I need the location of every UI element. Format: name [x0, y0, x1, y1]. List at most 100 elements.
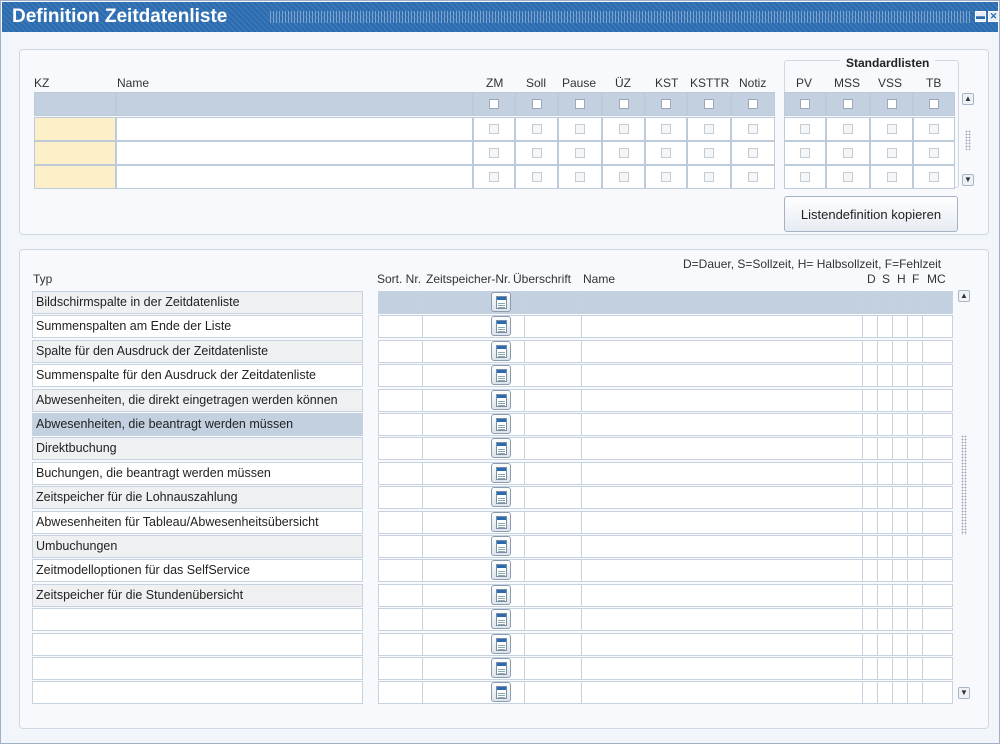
table-cell[interactable] [907, 389, 923, 412]
table-cell[interactable] [862, 291, 878, 314]
calendar-picker-icon[interactable] [491, 634, 511, 654]
scrollbar-grip[interactable] [961, 435, 967, 535]
table-cell[interactable] [907, 535, 923, 558]
table-cell[interactable] [524, 633, 582, 656]
table-cell[interactable] [378, 584, 423, 607]
table-cell[interactable] [877, 633, 893, 656]
checkbox[interactable] [704, 124, 714, 134]
name-field[interactable] [116, 141, 473, 165]
calendar-picker-icon[interactable] [491, 536, 511, 556]
table-cell[interactable] [922, 633, 953, 656]
calendar-picker-icon[interactable] [491, 585, 511, 605]
table-cell[interactable] [581, 413, 863, 436]
minimize-icon[interactable]: ▬ [975, 11, 986, 22]
table-cell[interactable] [378, 681, 423, 704]
table-cell[interactable] [907, 413, 923, 436]
table-cell[interactable] [892, 437, 908, 460]
table-cell[interactable] [922, 681, 953, 704]
table-cell[interactable] [378, 340, 423, 363]
table-cell[interactable] [378, 511, 423, 534]
table-cell[interactable] [877, 413, 893, 436]
table-cell[interactable] [922, 584, 953, 607]
table-cell[interactable] [877, 559, 893, 582]
checkbox[interactable] [800, 148, 810, 158]
scroll-up-icon[interactable]: ▲ [962, 93, 974, 105]
table-cell[interactable] [581, 291, 863, 314]
checkbox[interactable] [748, 124, 758, 134]
calendar-picker-icon[interactable] [491, 487, 511, 507]
checkbox[interactable] [619, 99, 629, 109]
table-cell[interactable] [862, 340, 878, 363]
kz-field[interactable] [34, 92, 116, 116]
table-cell[interactable] [892, 340, 908, 363]
table-cell[interactable] [892, 559, 908, 582]
type-list-item[interactable]: Summenspalten am Ende der Liste [32, 315, 363, 338]
table-cell[interactable] [892, 462, 908, 485]
checkbox[interactable] [887, 148, 897, 158]
table-cell[interactable] [862, 535, 878, 558]
table-cell[interactable] [922, 559, 953, 582]
table-cell[interactable] [524, 681, 582, 704]
calendar-picker-icon[interactable] [491, 414, 511, 434]
checkbox[interactable] [575, 148, 585, 158]
table-cell[interactable] [907, 437, 923, 460]
table-cell[interactable] [524, 389, 582, 412]
table-cell[interactable] [922, 608, 953, 631]
table-cell[interactable] [862, 437, 878, 460]
table-cell[interactable] [877, 364, 893, 387]
table-cell[interactable] [378, 608, 423, 631]
name-field[interactable] [116, 117, 473, 141]
table-cell[interactable] [877, 462, 893, 485]
table-cell[interactable] [378, 364, 423, 387]
table-cell[interactable] [862, 633, 878, 656]
table-cell[interactable] [378, 462, 423, 485]
table-cell[interactable] [922, 657, 953, 680]
table-cell[interactable] [581, 633, 863, 656]
checkbox[interactable] [843, 172, 853, 182]
calendar-picker-icon[interactable] [491, 463, 511, 483]
name-field[interactable] [116, 165, 473, 189]
table-cell[interactable] [581, 559, 863, 582]
table-cell[interactable] [862, 681, 878, 704]
table-cell[interactable] [581, 608, 863, 631]
table-cell[interactable] [892, 486, 908, 509]
table-cell[interactable] [907, 657, 923, 680]
kz-field[interactable] [34, 117, 116, 141]
copy-list-definition-button[interactable]: Listendefinition kopieren [784, 196, 958, 232]
scrollbar-grip[interactable] [965, 130, 971, 150]
checkbox[interactable] [661, 172, 671, 182]
table-cell[interactable] [862, 413, 878, 436]
table-cell[interactable] [524, 340, 582, 363]
checkbox[interactable] [929, 124, 939, 134]
table-cell[interactable] [581, 681, 863, 704]
scroll-down-icon[interactable]: ▼ [958, 687, 970, 699]
calendar-picker-icon[interactable] [491, 390, 511, 410]
checkbox[interactable] [800, 124, 810, 134]
type-list-item[interactable] [32, 633, 363, 656]
checkbox[interactable] [575, 172, 585, 182]
table-cell[interactable] [378, 315, 423, 338]
table-cell[interactable] [524, 608, 582, 631]
table-cell[interactable] [378, 413, 423, 436]
table-cell[interactable] [892, 681, 908, 704]
table-cell[interactable] [922, 462, 953, 485]
checkbox[interactable] [929, 172, 939, 182]
table-cell[interactable] [862, 657, 878, 680]
table-cell[interactable] [581, 486, 863, 509]
table-cell[interactable] [862, 608, 878, 631]
type-list-item[interactable]: Umbuchungen [32, 535, 363, 558]
checkbox[interactable] [661, 148, 671, 158]
checkbox[interactable] [575, 124, 585, 134]
table-cell[interactable] [378, 389, 423, 412]
kz-field[interactable] [34, 141, 116, 165]
table-cell[interactable] [877, 486, 893, 509]
table-cell[interactable] [862, 462, 878, 485]
table-cell[interactable] [378, 486, 423, 509]
table-cell[interactable] [524, 364, 582, 387]
checkbox[interactable] [704, 148, 714, 158]
calendar-picker-icon[interactable] [491, 682, 511, 702]
table-cell[interactable] [907, 633, 923, 656]
calendar-picker-icon[interactable] [491, 658, 511, 678]
table-cell[interactable] [892, 511, 908, 534]
table-cell[interactable] [581, 584, 863, 607]
